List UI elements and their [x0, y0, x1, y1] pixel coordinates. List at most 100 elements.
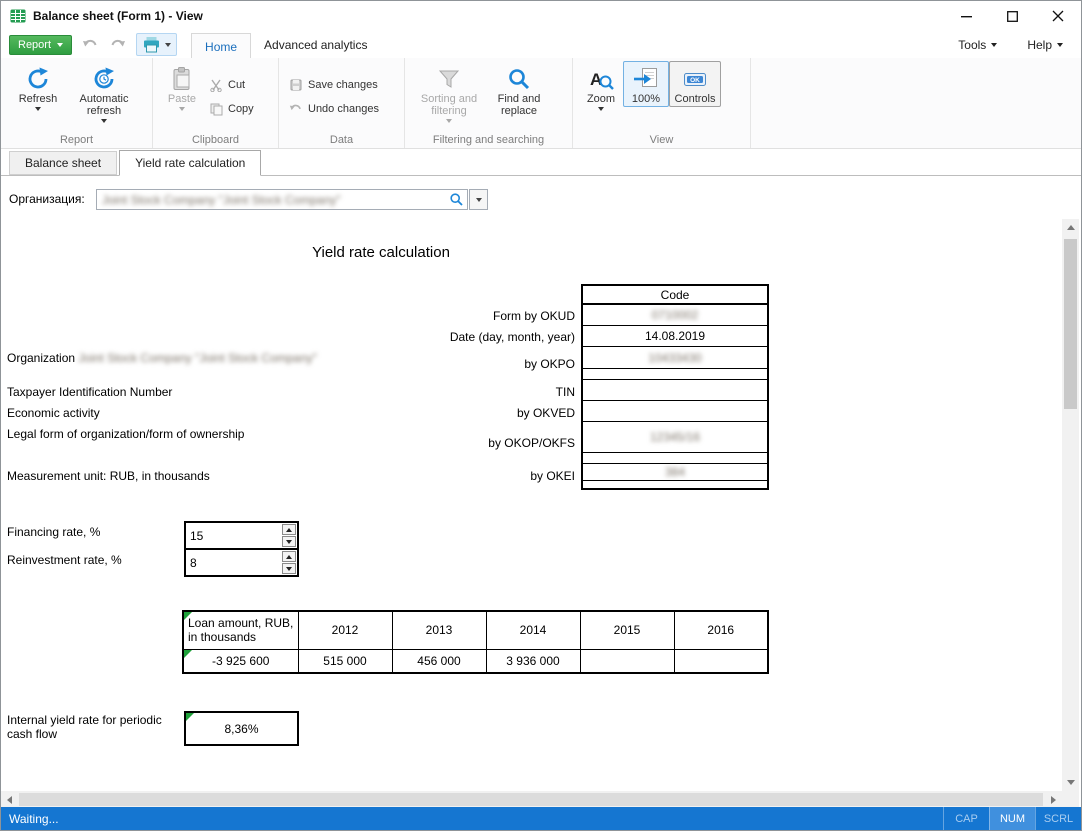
- window-controls: [943, 1, 1081, 31]
- minimize-button[interactable]: [943, 1, 989, 31]
- print-button[interactable]: [136, 33, 177, 56]
- clipboard-small-buttons: Cut Copy: [205, 77, 258, 117]
- loan-amount-header-cell: Loan amount, RUB, in thousands: [183, 611, 298, 649]
- tab-yield-rate-calculation-label: Yield rate calculation: [135, 156, 245, 170]
- document-tabs: Balance sheet Yield rate calculation: [1, 150, 1081, 176]
- help-menu-label: Help: [1027, 38, 1052, 52]
- save-changes-label: Save changes: [308, 79, 378, 91]
- year-2015-header: 2015: [580, 611, 674, 649]
- save-icon: [289, 78, 303, 92]
- zoom-button[interactable]: A Zoom: [579, 61, 623, 113]
- automatic-refresh-label: Automatic refresh: [74, 93, 134, 117]
- tools-menu-label: Tools: [958, 38, 986, 52]
- cut-button: Cut: [205, 77, 258, 93]
- zoom-100-label: 100%: [632, 93, 660, 105]
- value-2013-cell[interactable]: 456 000: [392, 649, 486, 673]
- organization-dropdown-button[interactable]: [469, 189, 488, 210]
- svg-text:OK: OK: [690, 77, 700, 84]
- organization-name-redacted: Joint Stock Company "Joint Stock Company…: [78, 351, 317, 365]
- measurement-unit-label: Measurement unit: RUB, in thousands: [7, 469, 210, 483]
- scroll-left-button[interactable]: [1, 791, 18, 808]
- tab-balance-sheet[interactable]: Balance sheet: [9, 151, 117, 175]
- spin-down-button[interactable]: [282, 536, 296, 547]
- value-2014-cell[interactable]: 3 936 000: [486, 649, 580, 673]
- organization-row: Organization Joint Stock Company "Joint …: [7, 351, 317, 365]
- titlebar: Balance sheet (Form 1) - View: [1, 1, 1081, 31]
- find-replace-label: Find and replace: [492, 93, 546, 117]
- report-menu-button[interactable]: Report: [9, 35, 72, 55]
- irr-value: 8,36%: [224, 722, 258, 736]
- controls-button[interactable]: OK Controls: [669, 61, 721, 107]
- statusbar: Waiting... CAP NUM SCRL: [1, 807, 1081, 830]
- refresh-button[interactable]: Refresh: [7, 61, 69, 113]
- cell-marker-icon: [186, 713, 194, 721]
- zoom-100-button[interactable]: 100%: [623, 61, 669, 107]
- scroll-right-button[interactable]: [1045, 791, 1062, 808]
- caps-lock-indicator: CAP: [943, 807, 989, 830]
- spin-up-button[interactable]: [282, 524, 296, 535]
- data-small-buttons: Save changes Undo changes: [285, 77, 383, 116]
- search-icon[interactable]: [449, 192, 464, 212]
- copy-icon: [209, 102, 223, 116]
- app-window: Balance sheet (Form 1) - View Report Hom…: [0, 0, 1082, 831]
- spin-down-button[interactable]: [282, 563, 296, 574]
- report-title: Yield rate calculation: [61, 244, 701, 261]
- tab-home[interactable]: Home: [191, 33, 251, 59]
- ribbon: Refresh Automatic refresh Report Paste: [1, 58, 1081, 149]
- taxpayer-id-label: Taxpayer Identification Number: [7, 385, 172, 399]
- organization-label: Organization: [7, 351, 75, 365]
- paste-label: Paste: [168, 93, 196, 105]
- scrollbar-corner: [1062, 791, 1079, 808]
- find-replace-button[interactable]: Find and replace: [487, 61, 551, 119]
- horizontal-scrollbar[interactable]: [1, 791, 1062, 808]
- group-label-filtering: Filtering and searching: [405, 134, 572, 146]
- okud-value: 0710002: [652, 308, 699, 322]
- vertical-scrollbar[interactable]: [1062, 219, 1079, 791]
- undo-icon: [82, 37, 99, 52]
- maximize-button[interactable]: [989, 1, 1035, 31]
- tab-yield-rate-calculation[interactable]: Yield rate calculation: [119, 150, 261, 176]
- zoom-100-icon: [633, 65, 659, 93]
- value-2012-cell[interactable]: 515 000: [298, 649, 392, 673]
- value-2016-cell[interactable]: [674, 649, 768, 673]
- vertical-scroll-thumb[interactable]: [1064, 239, 1077, 409]
- code-cell-tin: [583, 380, 767, 401]
- ribbon-group-filtering: Sorting and filtering Find and replace F…: [405, 58, 573, 148]
- group-label-report: Report: [1, 134, 152, 146]
- horizontal-scroll-thumb[interactable]: [19, 793, 1043, 806]
- automatic-refresh-button[interactable]: Automatic refresh: [69, 61, 139, 125]
- irr-value-cell[interactable]: 8,36%: [184, 711, 299, 746]
- label-form-by-okud: Form by OKUD: [493, 309, 575, 323]
- ribbon-tabs: Home Advanced analytics: [191, 31, 380, 58]
- undo-changes-label: Undo changes: [308, 103, 379, 115]
- close-button[interactable]: [1035, 1, 1081, 31]
- scroll-down-button[interactable]: [1062, 774, 1079, 791]
- sorting-filtering-button: Sorting and filtering: [411, 61, 487, 125]
- automatic-refresh-icon: [91, 65, 117, 93]
- value-2015-cell[interactable]: [580, 649, 674, 673]
- reinvestment-rate-spin-buttons: [281, 550, 297, 575]
- refresh-icon: [25, 65, 51, 93]
- chevron-down-icon: [101, 119, 107, 123]
- legal-form-label: Legal form of organization/form of owner…: [7, 427, 244, 441]
- reinvestment-rate-input[interactable]: [186, 550, 281, 575]
- tab-advanced-analytics[interactable]: Advanced analytics: [251, 32, 380, 58]
- tools-menu[interactable]: Tools: [958, 38, 997, 52]
- label-by-okved: by OKVED: [517, 406, 575, 420]
- cut-icon: [209, 78, 223, 92]
- chevron-down-icon: [57, 43, 63, 47]
- organization-value: Joint Stock Company "Joint Stock Company…: [102, 193, 341, 207]
- help-menu[interactable]: Help: [1027, 38, 1063, 52]
- financing-rate-input[interactable]: [186, 523, 281, 548]
- filter-funnel-icon: [436, 65, 462, 93]
- ribbon-filler: [751, 58, 1081, 148]
- organization-combobox[interactable]: Joint Stock Company "Joint Stock Company…: [96, 189, 468, 210]
- spin-up-button[interactable]: [282, 551, 296, 562]
- date-value: 14.08.2019: [645, 329, 705, 343]
- year-2013-header: 2013: [392, 611, 486, 649]
- year-2014-header: 2014: [486, 611, 580, 649]
- financing-rate-label: Financing rate, %: [7, 525, 100, 539]
- loan-amount-cell[interactable]: -3 925 600: [183, 649, 298, 673]
- label-by-okop-okfs: by OKOP/OKFS: [488, 436, 575, 450]
- scroll-up-button[interactable]: [1062, 219, 1079, 236]
